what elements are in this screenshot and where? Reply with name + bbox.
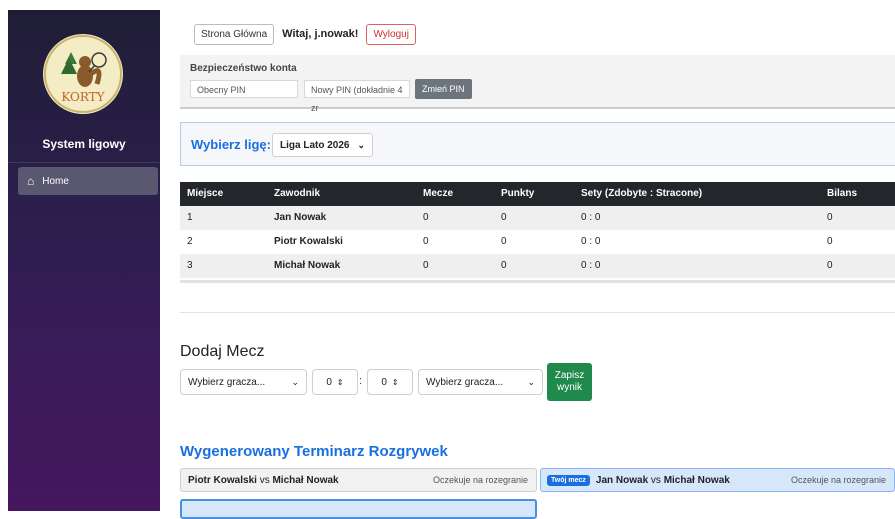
current-pin-input[interactable]: Obecny PIN <box>190 80 298 98</box>
home-icon: ⌂ <box>27 174 35 188</box>
brand-title: System ligowy <box>42 137 126 151</box>
match-players: Jan Nowak vs Michał Nowak <box>596 475 730 486</box>
points-cell: 0 <box>501 260 507 271</box>
place-cell: 3 <box>187 260 193 271</box>
player-cell: Michał Nowak <box>274 260 341 271</box>
player2-select-value: Wybierz gracza... <box>426 376 504 388</box>
welcome-text: Witaj, j.nowak! <box>282 28 359 40</box>
schedule-title: Wygenerowany Terminarz Rozgrywek <box>180 443 448 460</box>
score2-input[interactable]: 0 ⇕ <box>367 369 413 395</box>
table-row: 2 Piotr Kowalski 0 0 0 : 0 0 <box>180 230 895 254</box>
schedule-match-card-partial[interactable] <box>180 499 537 519</box>
score1-input[interactable]: 0 ⇕ <box>312 369 358 395</box>
column-header: Sety (Zdobyte : Stracone) <box>581 188 703 199</box>
table-header-row: Miejsce Zawodnik Mecze Punkty Sety (Zdob… <box>180 182 895 206</box>
points-cell: 0 <box>501 212 507 223</box>
place-cell: 1 <box>187 212 193 223</box>
home-page-button[interactable]: Strona Główna <box>194 23 275 45</box>
add-match-title: Dodaj Mecz <box>180 343 265 360</box>
stepper-icon: ⇕ <box>336 377 344 387</box>
league-select[interactable]: Liga Lato 2026 ⌄ <box>272 133 374 157</box>
league-label: Wybierz ligę: <box>191 137 271 152</box>
sidebar: KORTY System ligowy ⌂ Home <box>8 10 160 511</box>
column-header: Zawodnik <box>274 188 321 199</box>
balance-cell: 0 <box>827 236 833 247</box>
korty-logo: KORTY <box>43 34 123 114</box>
chevron-down-icon: ⌄ <box>527 376 535 387</box>
column-header: Mecze <box>423 188 454 199</box>
player2-name: Michał Nowak <box>272 474 339 486</box>
new-pin-input[interactable]: Nowy PIN (dokładnie 4 zr <box>304 80 410 113</box>
place-cell: 2 <box>187 236 193 247</box>
matches-cell: 0 <box>423 260 429 271</box>
score2-value: 0 <box>381 376 387 388</box>
logo-text: KORTY <box>61 90 105 104</box>
player1-name: Jan Nowak <box>595 474 649 486</box>
table-row: 3 Michał Nowak 0 0 0 : 0 0 <box>180 254 895 278</box>
section-divider <box>180 312 895 313</box>
match-players: Piotr Kowalski vs Michał Nowak <box>188 475 339 486</box>
player2-name: Michał Nowak <box>663 474 730 486</box>
league-selector-panel: Wybierz ligę: Liga Lato 2026 ⌄ <box>180 122 895 166</box>
matches-cell: 0 <box>423 212 429 223</box>
column-header: Bilans <box>827 188 858 199</box>
save-button-line1: Zapisz <box>554 370 585 381</box>
save-button-line2: wynik <box>556 382 582 393</box>
standings-table: Miejsce Zawodnik Mecze Punkty Sety (Zdob… <box>180 182 895 278</box>
player1-select-value: Wybierz gracza... <box>188 376 266 388</box>
score-separator: : <box>359 375 363 387</box>
sidebar-divider <box>8 162 160 163</box>
chevron-down-icon: ⌄ <box>291 376 299 387</box>
league-select-value: Liga Lato 2026 <box>280 139 350 151</box>
change-pin-button[interactable]: Zmień PIN <box>415 79 472 99</box>
column-header: Punkty <box>501 188 535 199</box>
account-security-panel: Bezpieczeństwo konta Obecny PIN Nowy PIN… <box>180 55 895 113</box>
stepper-icon: ⇕ <box>391 377 399 387</box>
player1-name: Piotr Kowalski <box>188 474 257 486</box>
player1-select[interactable]: Wybierz gracza... ⌄ <box>180 369 307 395</box>
top-bar: Strona Główna Witaj, j.nowak! Wyloguj <box>194 23 416 45</box>
table-row: 1 Jan Nowak 0 0 0 : 0 0 <box>180 206 895 230</box>
player-cell: Jan Nowak <box>274 212 327 223</box>
sets-cell: 0 : 0 <box>581 260 601 271</box>
balance-cell: 0 <box>827 212 833 223</box>
sidebar-item-home[interactable]: ⌂ Home <box>18 167 158 195</box>
my-match-badge: Twój mecz <box>547 474 590 486</box>
save-result-button[interactable]: Zapisz wynik <box>547 363 592 401</box>
security-title: Bezpieczeństwo konta <box>190 63 297 74</box>
sidebar-item-label: Home <box>42 175 69 187</box>
points-cell: 0 <box>501 236 507 247</box>
chevron-down-icon: ⌄ <box>357 139 366 150</box>
vs-label: vs <box>650 474 661 486</box>
match-status: Oczekuje na rozegranie <box>790 475 886 485</box>
matches-cell: 0 <box>423 236 429 247</box>
balance-cell: 0 <box>827 260 833 271</box>
match-status: Oczekuje na rozegranie <box>432 475 528 485</box>
vs-label: vs <box>259 474 270 486</box>
score1-value: 0 <box>326 376 332 388</box>
sets-cell: 0 : 0 <box>581 212 601 223</box>
schedule-match-card[interactable]: Piotr Kowalski vs Michał Nowak Oczekuje … <box>180 468 537 492</box>
column-header: Miejsce <box>187 188 224 199</box>
player-cell: Piotr Kowalski <box>274 236 343 247</box>
sets-cell: 0 : 0 <box>581 236 601 247</box>
player2-select[interactable]: Wybierz gracza... ⌄ <box>418 369 543 395</box>
logout-button[interactable]: Wyloguj <box>366 23 416 45</box>
schedule-match-card[interactable]: Twój mecz Jan Nowak vs Michał Nowak Ocze… <box>540 468 895 492</box>
table-scrollbar[interactable] <box>180 280 895 283</box>
